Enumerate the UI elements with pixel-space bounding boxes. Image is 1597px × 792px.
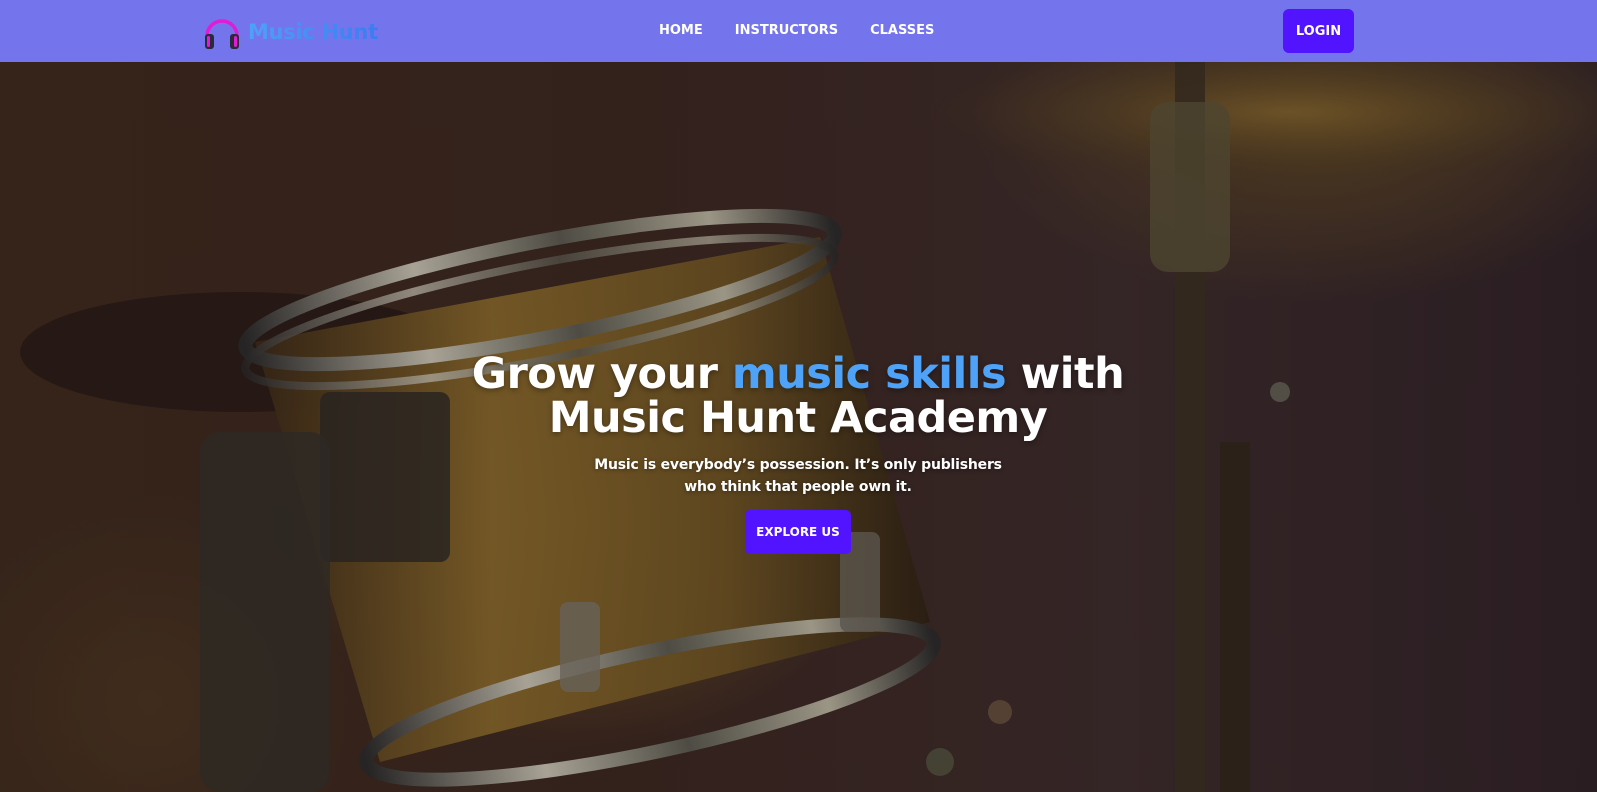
main-nav: HOME INSTRUCTORS CLASSES	[659, 21, 934, 41]
hero-title-part1: Grow your	[471, 349, 732, 399]
hero-content: Grow your music skills with Music Hunt A…	[398, 352, 1198, 554]
nav-instructors[interactable]: INSTRUCTORS	[735, 21, 838, 41]
explore-us-button[interactable]: EXPLORE US	[745, 510, 851, 554]
hero-title-line2: Music Hunt Academy	[548, 393, 1048, 443]
navbar: Music Hunt HOME INSTRUCTORS CLASSES LOGI…	[0, 0, 1597, 62]
brand-logo-link[interactable]: Music Hunt	[202, 12, 378, 52]
brand-name: Music Hunt	[248, 20, 378, 44]
hero-title-part2: with	[1006, 349, 1125, 399]
hero-subtitle-line1: Music is everybody’s possession. It’s on…	[594, 457, 1002, 473]
headphones-icon	[205, 19, 239, 49]
login-button[interactable]: LOGIN	[1283, 9, 1354, 53]
nav-classes[interactable]: CLASSES	[870, 21, 934, 41]
hero-subtitle: Music is everybody’s possession. It’s on…	[588, 454, 1008, 498]
nav-home[interactable]: HOME	[659, 21, 703, 41]
hero-section: Grow your music skills with Music Hunt A…	[0, 62, 1597, 792]
hero-title: Grow your music skills with Music Hunt A…	[398, 352, 1198, 440]
hero-subtitle-line2: who think that people own it.	[684, 479, 912, 495]
hero-title-accent: music skills	[731, 349, 1007, 399]
